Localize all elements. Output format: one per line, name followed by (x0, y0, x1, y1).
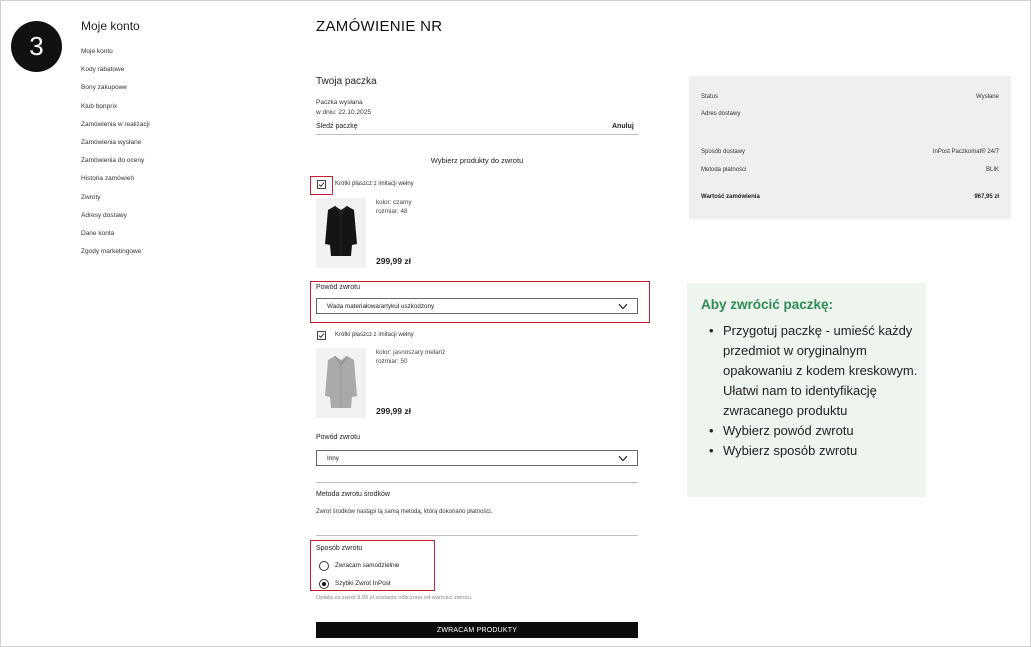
info-item-reason: Wybierz powód zwrotu (709, 421, 919, 441)
refund-method-title: Metoda zwrotu środków (316, 491, 390, 498)
item-2-name: Krótki płaszcz z imitacji wełny (335, 332, 414, 338)
summary-delivery-value: InPost Paczkomat® 24/7 (932, 149, 999, 155)
summary-address-label: Adres dostawy (701, 111, 741, 117)
item-1-reason-value: Wada materiałowa/artykuł uszkodzony (327, 302, 435, 310)
black-coat-icon (325, 205, 357, 256)
sidebar-item-zwroty[interactable]: Zwroty (81, 194, 150, 212)
info-title: Aby zwrócić paczkę: (701, 297, 834, 312)
item-1-size: rozmiar: 48 (376, 208, 408, 215)
cancel-link[interactable]: Anuluj (612, 123, 634, 130)
item-2-reason-label: Powód zwrotu (316, 434, 360, 441)
sidebar-item-zgody-marketingowe[interactable]: Zgody marketingowe (81, 248, 150, 266)
item-1-color: kolor: czarny (376, 199, 412, 206)
item-1-image (316, 198, 366, 268)
item-2-reason-value: Inny (327, 454, 339, 462)
divider (316, 535, 638, 536)
summary-payment-row: Metoda płatności BLIK (701, 167, 999, 173)
item-2-color: kolor: jasnoszary melanż (376, 349, 446, 356)
summary-payment-label: Metoda płatności (701, 167, 747, 173)
return-instructions-box: Aby zwrócić paczkę: Przygotuj paczkę - u… (687, 283, 926, 497)
summary-total-label: Wartość zamówienia (701, 194, 760, 200)
sidebar-item-zamowienia-do-oceny[interactable]: Zamówienia do oceny (81, 157, 150, 175)
item-1-price: 299,99 zł (376, 256, 411, 266)
return-option-self-label[interactable]: Zwracam samodzielnie (335, 562, 399, 569)
summary-total-value: 967,95 zł (974, 194, 999, 200)
return-fee-note: Opłata za zwrot 9,99 zł zostanie odliczo… (316, 595, 473, 601)
refund-method-text: Zwrot środków nastąpi tą samą metodą, kt… (316, 509, 493, 515)
page-title: ZAMÓWIENIE NR (316, 18, 443, 35)
return-method-title: Sposób zwrotu (316, 545, 363, 552)
return-option-self-radio[interactable] (319, 561, 329, 571)
sidebar-item-historia-zamowien[interactable]: Historia zamówień (81, 175, 150, 193)
summary-status-label: Status (701, 94, 719, 100)
chevron-down-icon (618, 455, 628, 462)
summary-delivery-label: Sposób dostawy (701, 149, 746, 155)
divider (316, 482, 638, 483)
info-item-prepare: Przygotuj paczkę - umieść każdy przedmio… (709, 321, 919, 421)
info-item-method: Wybierz sposób zwrotu (709, 441, 919, 461)
check-icon (318, 333, 325, 338)
summary-status-value: Wysłane (976, 94, 999, 100)
sidebar-item-zamowienia-wyslane[interactable]: Zamówienia wysłane (81, 139, 150, 157)
divider (316, 134, 638, 135)
info-list: Przygotuj paczkę - umieść każdy przedmio… (709, 321, 919, 461)
summary-delivery-row: Sposób dostawy InPost Paczkomat® 24/7 (701, 149, 999, 155)
sidebar-item-zamowienia-w-realizacji[interactable]: Zamówienia w realizacji (81, 121, 150, 139)
summary-status-row: Status Wysłane (701, 94, 999, 100)
sidebar-item-klub-bonprix[interactable]: Klub bonprix (81, 103, 150, 121)
track-package-link[interactable]: Śledź paczkę (316, 123, 358, 130)
sidebar-item-kody-rabatowe[interactable]: Kody rabatowe (81, 66, 150, 84)
sidebar-item-adresy-dostawy[interactable]: Adresy dostawy (81, 212, 150, 230)
return-option-inpost-radio[interactable] (319, 579, 329, 589)
item-2-image (316, 348, 366, 418)
sidebar-item-moje-konto[interactable]: Moje konto (81, 48, 150, 66)
sidebar-item-bony-zakupowe[interactable]: Bony zakupowe (81, 84, 150, 102)
order-summary-panel: Status Wysłane Adres dostawy Sposób dost… (689, 76, 1011, 219)
item-2-checkbox[interactable] (317, 331, 326, 340)
item-1-reason-label: Powód zwrotu (316, 284, 360, 291)
item-2-price: 299,99 zł (376, 406, 411, 416)
sidebar-title: Moje konto (81, 19, 140, 33)
item-2-reason-select[interactable]: Inny (316, 450, 638, 466)
check-icon (318, 182, 325, 187)
submit-return-button[interactable]: ZWRACAM PRODUKTY (316, 622, 638, 638)
sidebar-item-dane-konta[interactable]: Dane konta (81, 230, 150, 248)
shipped-date: w dniu: 22.10.2025 (316, 109, 371, 116)
summary-total-row: Wartość zamówienia 967,95 zł (701, 194, 999, 200)
item-2-size: rozmiar: 50 (376, 358, 408, 365)
item-1-reason-select[interactable]: Wada materiałowa/artykuł uszkodzony (316, 298, 638, 314)
sidebar-nav: Moje konto Kody rabatowe Bony zakupowe K… (81, 48, 150, 266)
item-1-name: Krótki płaszcz z imitacji wełny (335, 181, 414, 187)
chevron-down-icon (618, 303, 628, 310)
summary-address-row: Adres dostawy (701, 111, 999, 117)
choose-products-heading: Wybierz produkty do zwrotu (430, 156, 524, 165)
grey-coat-icon (325, 355, 357, 408)
summary-payment-value: BLIK (985, 167, 999, 173)
shipped-label: Paczka wysłana (316, 99, 363, 106)
item-1-checkbox[interactable] (317, 180, 326, 189)
step-badge: 3 (11, 21, 62, 72)
return-option-inpost-label[interactable]: Szybki Zwrot InPost (335, 580, 391, 587)
section-title: Twoja paczka (316, 76, 377, 87)
